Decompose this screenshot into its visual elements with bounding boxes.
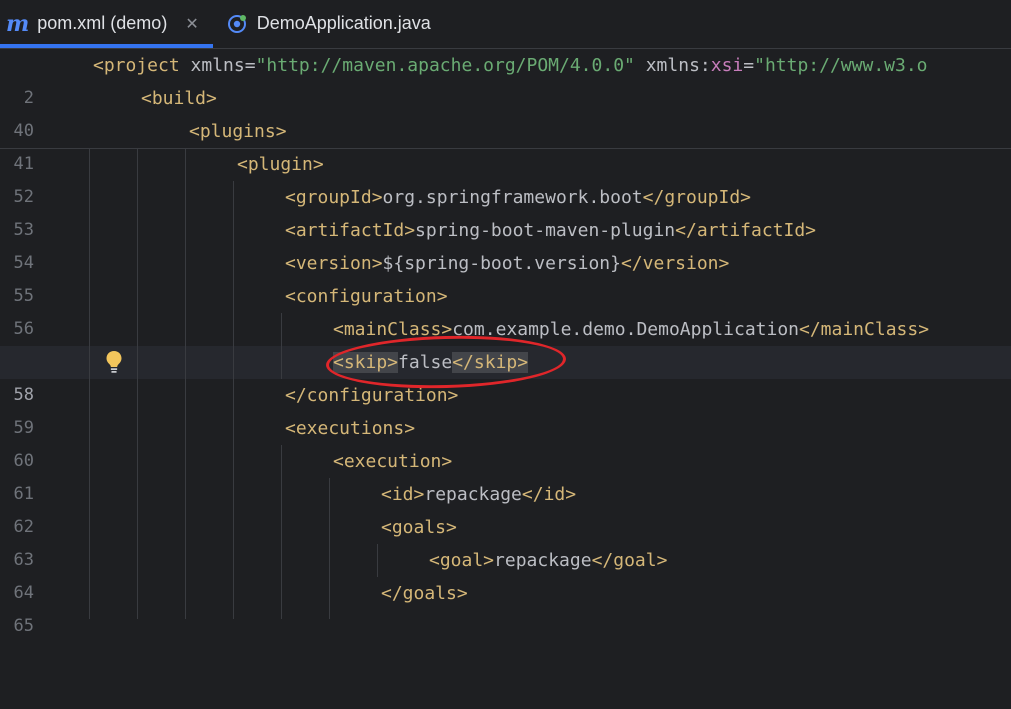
code-line[interactable]: 57 <mainClass>com.example.demo.DemoAppli… <box>0 313 1011 372</box>
code-line[interactable]: 54 <artifactId>spring-boot-maven-plugin<… <box>0 214 1011 273</box>
indent-guide <box>281 445 282 619</box>
code-line[interactable]: 59 </configuration> <box>0 379 1011 438</box>
line-number: 65 <box>13 616 34 636</box>
indent-guide <box>185 149 186 619</box>
maven-icon: m <box>6 10 30 37</box>
code-line[interactable]: 40 <build> <box>0 82 1011 141</box>
code-line[interactable]: 61 <execution> <box>0 445 1011 504</box>
line-number: 41 <box>13 154 34 174</box>
matched-tag: <skip> <box>333 352 399 373</box>
indent-guide <box>281 313 282 379</box>
code-line[interactable]: 53 <groupId>org.springframework.boot</gr… <box>0 181 1011 240</box>
code-line[interactable]: 60 <executions> <box>0 412 1011 471</box>
close-icon[interactable]: ✕ <box>185 14 198 34</box>
code-line[interactable]: 41 <plugins> <box>0 115 1011 174</box>
code-line[interactable]: 65 </goals> <box>0 577 1011 636</box>
code-line[interactable]: 64 <goal>repackage</goal> <box>0 544 1011 603</box>
sticky-lines: 2 <project xmlns="http://maven.apache.or… <box>0 49 1011 174</box>
indent-guide <box>137 149 138 619</box>
tab-label: DemoApplication.java <box>256 13 431 33</box>
code-line[interactable]: 2 <project xmlns="http://maven.apache.or… <box>0 49 1011 108</box>
code-line[interactable]: 56 <configuration> <box>0 280 1011 339</box>
code-editor[interactable]: 2 <project xmlns="http://maven.apache.or… <box>0 49 1011 636</box>
code-line[interactable]: 55 <version>${spring-boot.version}</vers… <box>0 247 1011 306</box>
indent-guide <box>377 544 378 577</box>
code-line[interactable]: 63 <goals> <box>0 511 1011 570</box>
indent-guide <box>329 478 330 619</box>
indent-guide <box>233 181 234 619</box>
matched-tag: </skip> <box>452 352 529 373</box>
code-line[interactable]: 52 <plugin> <box>0 148 1011 207</box>
indent-guide <box>89 149 90 619</box>
lightbulb-icon[interactable] <box>105 350 123 374</box>
code-line[interactable]: 62 <id>repackage</id> <box>0 478 1011 537</box>
editor-tab-bar: m pom.xml (demo) ✕ DemoApplication.java <box>0 0 1011 49</box>
spring-class-icon <box>227 14 246 33</box>
tab-demoapplication-java[interactable]: DemoApplication.java <box>213 0 445 47</box>
tab-pom-xml[interactable]: m pom.xml (demo) ✕ <box>0 0 213 48</box>
code-line-current[interactable]: 58 <skip>false</skip> <box>0 346 1011 405</box>
tab-label: pom.xml (demo) <box>37 13 168 33</box>
